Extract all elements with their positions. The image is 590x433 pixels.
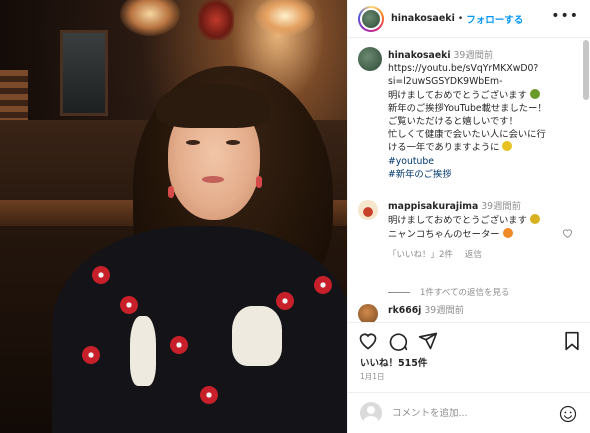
commenter-username[interactable]: rk666j [388, 305, 421, 316]
person-earring [168, 186, 174, 198]
sweater-flower [120, 296, 138, 314]
view-replies-label: 1件すべての返信を見る [420, 288, 510, 298]
commenter-avatar[interactable] [358, 200, 378, 220]
person-eye [226, 140, 240, 145]
person-fringe [156, 84, 270, 128]
post-header: hinakosaeki • フォローする ••• [348, 0, 590, 38]
view-replies-button[interactable]: 1件すべての返信を見る [388, 286, 509, 298]
party-emoji-icon [529, 88, 540, 99]
caption-text-line: 忙しくて健康で会いたい人に会いに行 [388, 129, 546, 141]
share-send-icon[interactable] [418, 331, 438, 351]
post-side-panel: hinakosaeki • フォローする ••• hinakosaeki 39週間… [347, 0, 590, 433]
sweater-flower [276, 292, 294, 310]
person-lips [202, 176, 224, 183]
header-separator: • [457, 13, 464, 24]
person-eye [186, 140, 200, 145]
add-comment-input[interactable] [392, 407, 552, 419]
reply-button[interactable]: 返信 [465, 248, 482, 262]
background-lamp [120, 0, 180, 36]
emoji-smile-icon[interactable] [559, 405, 577, 423]
caption-text-line: ける一年でありますように [388, 142, 500, 154]
sweater-flower [314, 276, 332, 294]
person-sweater [52, 226, 347, 433]
sweater-flower [82, 346, 100, 364]
comment-likes-count[interactable]: 「いいね！」2件 [388, 248, 453, 262]
background-lamp [255, 0, 315, 36]
post-date[interactable]: 1月1日 [360, 371, 385, 382]
comment-time: 39週間前 [481, 201, 521, 212]
author-username[interactable]: hinakosaeki [391, 13, 455, 24]
caption-avatar[interactable] [358, 47, 382, 71]
heart-icon[interactable] [562, 228, 573, 241]
current-user-avatar [360, 402, 382, 424]
party-emoji-icon [529, 214, 540, 224]
comment-text-line: ニャンコちゃんのセーター [388, 229, 500, 240]
replies-divider [388, 291, 410, 293]
hashtag-link[interactable]: #新年のご挨拶 [388, 168, 578, 181]
sparkle-emoji-icon [502, 141, 513, 152]
background-red-lamp [198, 0, 234, 40]
sweater-flower [200, 386, 218, 404]
likes-count[interactable]: いいね！515件 [360, 355, 427, 369]
sweater-cat [130, 316, 156, 386]
more-horizontal-icon[interactable]: ••• [551, 8, 579, 24]
caption-text-line: 明けましておめでとうございます [388, 89, 527, 101]
hashtag-link[interactable]: #youtube [388, 155, 578, 168]
caption-link-line[interactable]: https://youtu.be/sVqYrMKXwD0? [388, 62, 578, 75]
comments-scroll-area[interactable]: hinakosaeki 39週間前 https://youtu.be/sVqYrM… [348, 38, 590, 322]
commenter-avatar[interactable] [358, 304, 378, 322]
comment-text-line: 明けましておめでとうございます [388, 215, 527, 226]
bookmark-icon[interactable] [562, 331, 582, 351]
follow-button[interactable]: フォローする [466, 12, 523, 26]
sweater-flower [170, 336, 188, 354]
caption-time: 39週間前 [453, 50, 494, 61]
sweater-cat [232, 306, 282, 366]
caption-username[interactable]: hinakosaeki [388, 50, 451, 61]
post-photo[interactable] [0, 0, 347, 433]
post-actions-bar [348, 322, 590, 358]
commenter-username[interactable]: mappisakurajima [388, 201, 478, 212]
scrollbar-thumb[interactable] [583, 40, 589, 100]
person-earring [256, 176, 262, 188]
author-avatar[interactable] [358, 5, 384, 32]
sweater-flower [92, 266, 110, 284]
caption-link-line[interactable]: si=l2uwSGSYDK9WbEm- [388, 75, 578, 88]
comment-bubble-icon[interactable] [388, 331, 408, 351]
caption-text-line: ご覧いただけると嬉しいです！ [388, 116, 518, 128]
add-comment-bar [348, 392, 590, 433]
background-window [60, 30, 108, 116]
heart-eyes-emoji-icon [502, 228, 513, 238]
comment-time: 39週間前 [424, 305, 465, 316]
heart-icon[interactable] [358, 331, 378, 351]
caption-text-line: 新年のご挨拶YouTube載せましたー！ [388, 102, 547, 114]
